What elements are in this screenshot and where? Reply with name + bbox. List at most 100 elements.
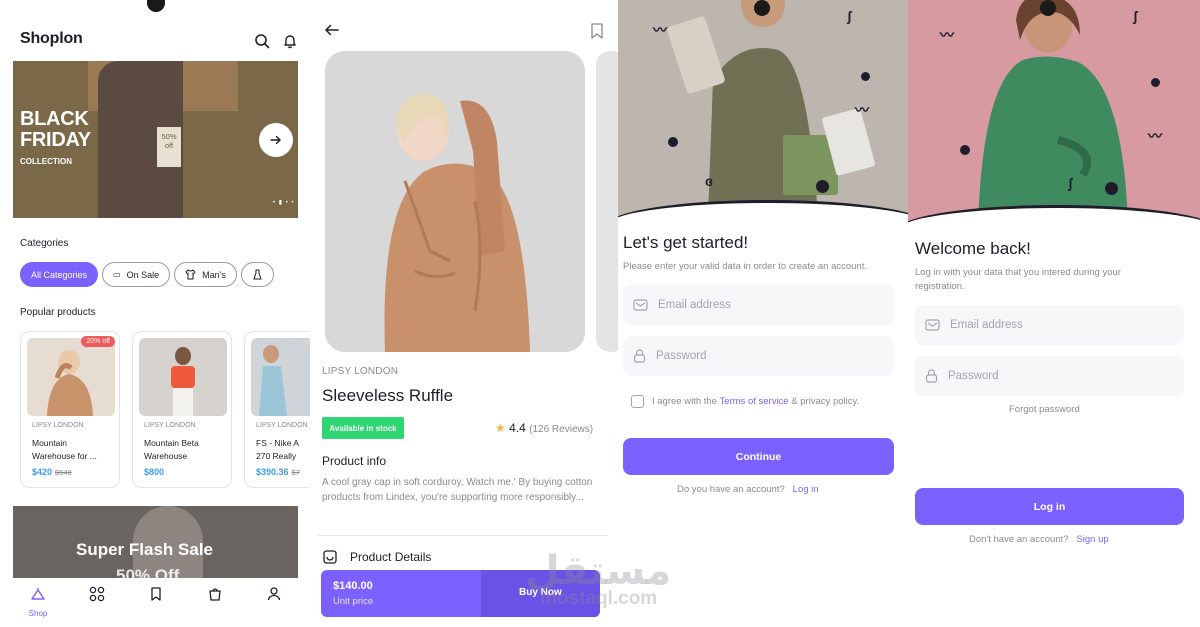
arrow-right-icon (270, 135, 281, 145)
categories-title: Categories (20, 238, 69, 249)
login-link[interactable]: Log in (793, 484, 819, 495)
login-email-field[interactable]: Email address (915, 305, 1184, 345)
product-image-carousel[interactable] (325, 51, 585, 352)
product-price: $800 (144, 467, 165, 477)
product-name: Mountain Warehouse for ... (32, 438, 97, 461)
search-icon[interactable] (254, 33, 270, 49)
banner-discount-tag: 50% off (157, 127, 181, 167)
decor-squiggle: 〰 (940, 27, 954, 43)
product-title: Sleeveless Ruffle (322, 386, 454, 405)
product-brand: LIPSY LONDON (32, 422, 84, 429)
have-account-text: Do you have an account? (677, 484, 785, 495)
home-screen: Shoplon 50% off BLACK FRIDAY COLLECTION •… (0, 0, 310, 627)
login-footer: Don't have an account? Sign up (969, 534, 1109, 545)
review-count: (126 Reviews) (529, 424, 594, 435)
decor-squiggle: ʃ (847, 8, 852, 24)
login-subtitle: Log in with your data that you intered d… (915, 267, 1121, 292)
decor-squiggle: 〰 (653, 22, 667, 38)
bottom-tab-bar: Shop (0, 578, 310, 627)
product-details-icon (323, 550, 337, 564)
notification-bell-icon[interactable] (282, 33, 298, 49)
tab-categories[interactable] (85, 586, 109, 607)
camera-notch (1040, 0, 1056, 16)
signup-password-field[interactable]: Password (623, 336, 894, 376)
lock-icon (633, 349, 646, 363)
black-friday-banner[interactable]: 50% off BLACK FRIDAY COLLECTION • ▮ • • (13, 61, 298, 218)
product-name: FS - Nike A 270 Really (256, 438, 299, 461)
agree-suffix-text: & privacy policy. (791, 396, 860, 407)
mail-icon (633, 299, 648, 311)
tab-bookmarks[interactable] (144, 586, 168, 607)
rating-value: 4.4 (509, 421, 526, 435)
camera-notch (147, 0, 165, 12)
watermark-latin: mostaql.com (540, 588, 658, 609)
email-placeholder: Email address (658, 299, 731, 311)
signup-link[interactable]: Sign up (1076, 534, 1108, 545)
login-screen: ʃ 〰 〰 ʃ Welcome back! Log in with your d… (908, 0, 1200, 627)
decor-dot (960, 145, 970, 155)
category-chip-all[interactable]: All Categories (20, 262, 99, 287)
signup-screen: ʃ 〰 ɞ 〰 Let's get started! Please enter … (618, 0, 908, 627)
decor-dot (816, 180, 829, 193)
category-chip-label: On Sale (126, 269, 160, 280)
product-card[interactable]: LIPSY LONDON FS - Nike A 270 Really $390.… (244, 331, 310, 488)
divider (318, 535, 608, 536)
banner-next-button[interactable] (259, 123, 293, 157)
product-photo (325, 51, 585, 352)
product-details-row[interactable]: Product Details (322, 549, 431, 565)
lock-icon (925, 369, 938, 383)
mail-icon (925, 319, 940, 331)
product-details-label: Product Details (350, 550, 432, 564)
discount-badge: 20% off (81, 336, 115, 347)
decor-squiggle: 〰 (1148, 128, 1162, 144)
unit-price-value: $140.00 (333, 580, 373, 592)
category-chip-mans[interactable]: Man's (174, 262, 237, 287)
flash-sale-banner[interactable]: Super Flash Sale 50% Off (13, 506, 298, 581)
unit-price-label: Unit price (333, 596, 374, 607)
product-rating[interactable]: ★ 4.4 (126 Reviews) (495, 421, 593, 435)
product-price: $420 $540 (32, 467, 72, 477)
login-hero-image: ʃ 〰 〰 ʃ (908, 0, 1200, 224)
product-brand: LIPSY LONDON (256, 422, 308, 429)
banner-title: BLACK FRIDAY (20, 108, 91, 151)
terms-checkbox[interactable] (631, 395, 644, 408)
password-placeholder: Password (656, 350, 707, 362)
next-product-image-peek[interactable] (596, 51, 618, 352)
agree-prefix-text: I agree with the (652, 396, 717, 407)
terms-of-service-link[interactable]: Terms of service (719, 396, 788, 407)
terms-agreement: I agree with the Terms of service & priv… (631, 395, 859, 408)
category-chip-label: Man's (202, 269, 226, 280)
product-brand: LIPSY LONDON (144, 422, 196, 429)
product-price: $390.36 $7 (256, 467, 300, 477)
product-card[interactable]: LIPSY LONDON Mountain Beta Warehouse $800 (132, 331, 232, 488)
stock-badge: Available in stock (322, 417, 404, 439)
decor-dot (1105, 182, 1118, 195)
signup-email-field[interactable]: Email address (623, 285, 894, 325)
continue-button[interactable]: Continue (623, 438, 894, 475)
category-chip-dress[interactable] (240, 262, 274, 287)
forgot-password-link[interactable]: Forgot password (1009, 404, 1080, 415)
tab-shop[interactable]: Shop (26, 586, 50, 618)
profile-icon (267, 587, 281, 601)
bookmark-icon[interactable] (589, 22, 605, 40)
product-image (251, 338, 310, 416)
camera-notch (754, 0, 770, 16)
decor-squiggle: ʃ (1133, 8, 1138, 24)
tab-cart[interactable] (203, 586, 227, 607)
category-chip-on-sale[interactable]: ▭ On Sale (102, 262, 171, 287)
login-button[interactable]: Log in (915, 488, 1184, 525)
popular-products-title: Popular products (20, 307, 96, 318)
tab-profile[interactable] (262, 586, 286, 607)
signup-hero-image: ʃ 〰 ɞ 〰 (618, 0, 908, 218)
decor-dot (668, 137, 678, 147)
shop-icon (31, 588, 45, 600)
banner-pagination: • ▮ • • (273, 200, 295, 206)
product-card[interactable]: 20% off LIPSY LONDON Mountain Warehouse f… (20, 331, 120, 488)
product-brand[interactable]: LIPSY LONDON (322, 366, 398, 377)
decor-dot (1151, 78, 1160, 87)
signup-footer: Do you have an account? Log in (677, 484, 819, 495)
login-password-field[interactable]: Password (915, 356, 1184, 396)
back-arrow-icon[interactable] (324, 22, 340, 38)
product-image (27, 338, 115, 416)
category-chip-label: All Categories (31, 269, 88, 280)
